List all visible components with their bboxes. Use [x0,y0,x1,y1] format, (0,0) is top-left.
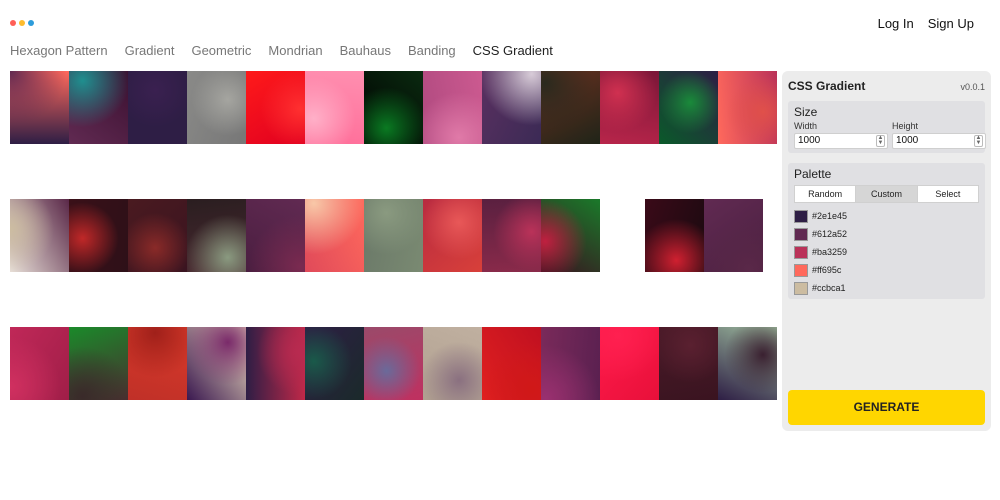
palette-mode-selector: Random Custom Select [794,185,979,203]
gradient-tile[interactable] [423,199,482,272]
panel-header: CSS Gradient v0.0.1 [788,79,985,93]
color-hex-label: #ff695c [812,265,842,275]
gradient-tile[interactable] [246,327,305,400]
window-dot-red [10,20,16,26]
tab-gradient[interactable]: Gradient [125,43,175,58]
gradient-tile[interactable] [718,327,777,400]
palette-color-row[interactable]: #ba3259 [794,245,847,259]
palette-color-row[interactable]: #612a52 [794,227,847,241]
gradient-tile[interactable] [659,71,718,144]
palette-color-row[interactable]: #2e1e45 [794,209,847,223]
gradient-tile[interactable] [69,71,128,144]
panel-title: CSS Gradient [788,79,866,93]
tab-banding[interactable]: Banding [408,43,456,58]
gradient-tile[interactable] [423,71,482,144]
tab-geometric[interactable]: Geometric [191,43,251,58]
width-input[interactable]: 1000 ▲ ▼ [794,133,888,149]
color-swatch[interactable] [794,227,808,241]
gradient-tile[interactable] [10,199,69,272]
palette-title: Palette [794,167,832,181]
gradient-tile[interactable] [69,199,128,272]
gradient-tile[interactable] [600,71,659,144]
width-value: 1000 [798,135,821,146]
gradient-tile[interactable] [541,71,600,144]
gradient-tile[interactable] [69,327,128,400]
gradient-tile[interactable] [659,327,718,400]
gradient-tile[interactable] [718,71,777,144]
color-hex-label: #612a52 [812,229,848,239]
gradient-tile[interactable] [246,71,305,144]
version-label: v0.0.1 [960,82,985,92]
tab-css-gradient[interactable]: CSS Gradient [473,43,553,58]
height-value: 1000 [896,135,919,146]
gradient-tile[interactable] [645,199,704,272]
size-section: Size Width 1000 ▲ ▼ Height 1000 ▲ ▼ [788,101,986,153]
gradient-tile[interactable] [10,327,69,400]
gradient-tile[interactable] [600,327,659,400]
gradient-tile[interactable] [364,327,423,400]
color-swatch[interactable] [794,263,808,277]
gradient-tile[interactable] [187,71,246,144]
window-dot-yellow [19,20,25,26]
tab-bauhaus[interactable]: Bauhaus [340,43,391,58]
tab-hexagon-pattern[interactable]: Hexagon Pattern [10,43,108,58]
gradient-gallery [10,71,782,401]
gradient-tile[interactable] [423,327,482,400]
gradient-tile[interactable] [305,327,364,400]
gradient-tile[interactable] [482,199,541,272]
gradient-tile[interactable] [305,71,364,144]
gradient-tile[interactable] [704,199,763,272]
gradient-tile[interactable] [246,199,305,272]
gradient-tile[interactable] [364,199,423,272]
settings-panel: CSS Gradient v0.0.1 Size Width 1000 ▲ ▼ H… [782,71,991,431]
gradient-tile[interactable] [482,71,541,144]
height-label: Height [892,121,919,131]
palette-mode-select[interactable]: Select [916,186,978,202]
height-stepper-icon[interactable]: ▲ ▼ [974,135,983,147]
palette-section: Palette Random Custom Select #2e1e45 #612a5… [788,163,985,299]
auth-links: Log In Sign Up [878,16,974,31]
color-swatch[interactable] [794,209,808,223]
color-swatch[interactable] [794,281,808,295]
signup-link[interactable]: Sign Up [928,16,974,31]
gradient-tile[interactable] [541,199,600,272]
palette-color-row[interactable]: #ccbca1 [794,281,846,295]
height-input[interactable]: 1000 ▲ ▼ [892,133,986,149]
gradient-tile[interactable] [305,199,364,272]
color-hex-label: #ba3259 [812,247,848,257]
gradient-tile[interactable] [541,327,600,400]
gradient-tile[interactable] [482,327,541,400]
palette-mode-custom[interactable]: Custom [855,186,917,202]
gradient-tile[interactable] [187,199,246,272]
login-link[interactable]: Log In [878,16,914,31]
size-title: Size [794,105,818,119]
width-label: Width [794,121,818,131]
pattern-nav: Hexagon Pattern Gradient Geometric Mondrian… [10,43,553,58]
generate-button[interactable]: GENERATE [788,390,985,425]
color-hex-label: #2e1e45 [812,211,848,221]
palette-mode-random[interactable]: Random [795,186,855,202]
color-hex-label: #ccbca1 [812,283,846,293]
gradient-tile[interactable] [128,71,187,144]
gradient-tile[interactable] [128,327,187,400]
gradient-tile[interactable] [128,199,187,272]
gradient-tile[interactable] [364,71,423,144]
tab-mondrian[interactable]: Mondrian [268,43,322,58]
palette-color-row[interactable]: #ff695c [794,263,841,277]
gradient-tile[interactable] [187,327,246,400]
width-stepper-icon[interactable]: ▲ ▼ [876,135,885,147]
window-dots [10,20,34,26]
color-swatch[interactable] [794,245,808,259]
window-dot-blue [28,20,34,26]
gradient-tile[interactable] [10,71,69,144]
